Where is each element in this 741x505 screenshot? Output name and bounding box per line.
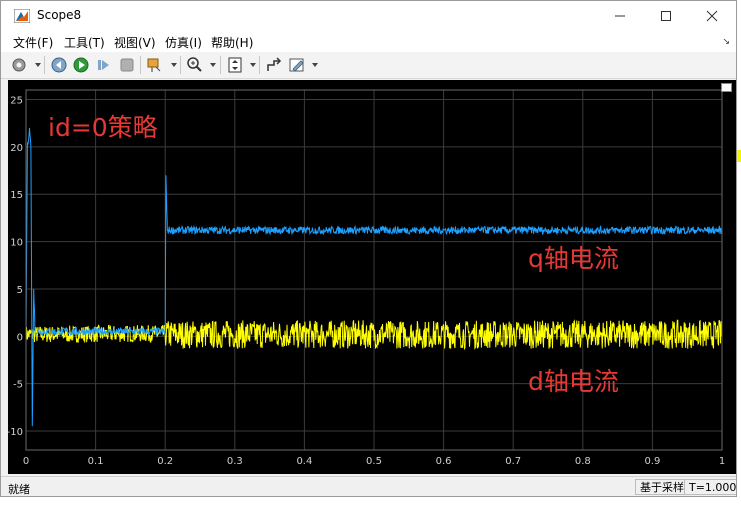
settings-dropdown-icon[interactable] <box>35 63 41 67</box>
y-tick-label: 15 <box>10 190 23 201</box>
toolbar-separator <box>220 56 221 74</box>
pin-icon[interactable]: ↘ <box>722 37 730 47</box>
step-forward-icon[interactable] <box>95 56 113 74</box>
background-window-sliver <box>737 150 741 162</box>
menu-simulation[interactable]: 仿真(I) <box>165 34 202 51</box>
x-tick-label: 0.7 <box>505 456 521 467</box>
menu-file[interactable]: 文件(F) <box>13 34 53 51</box>
edit-icon[interactable] <box>288 56 306 74</box>
x-tick-label: 0.2 <box>157 456 173 467</box>
menu-view[interactable]: 视图(V) <box>114 34 156 51</box>
y-tick-label: 10 <box>10 238 23 249</box>
toolbar <box>1 52 736 79</box>
scope-chart[interactable]: 0 0.1 0.2 0.3 0.4 0.5 0.6 0.7 0.8 0.9 1 25 20 15 10 5 0 -… <box>7 80 737 474</box>
x-tick-label: 0.5 <box>366 456 382 467</box>
x-tick-label: 0.1 <box>88 456 104 467</box>
y-tick-label: 20 <box>10 143 23 154</box>
stop-icon[interactable] <box>118 56 136 74</box>
y-tick-label: 25 <box>10 95 23 106</box>
close-button[interactable] <box>689 1 735 31</box>
maximize-button[interactable] <box>643 1 689 31</box>
window-title: Scope8 <box>37 8 82 22</box>
run-icon[interactable] <box>72 56 90 74</box>
minimize-icon <box>615 15 625 17</box>
x-tick-label: 0.9 <box>644 456 660 467</box>
zoom-dropdown-icon[interactable] <box>210 63 216 67</box>
minimize-button[interactable] <box>597 1 643 31</box>
x-tick-label: 0.8 <box>575 456 591 467</box>
menu-help[interactable]: 帮助(H) <box>211 34 253 51</box>
settings-icon[interactable] <box>10 56 28 74</box>
toolbar-separator <box>259 56 260 74</box>
x-tick-label: 1 <box>719 456 725 467</box>
y-tick-label: -5 <box>13 380 23 391</box>
fit-dropdown-icon[interactable] <box>250 63 256 67</box>
sample-mode-indicator: 基于采样 <box>635 479 689 495</box>
scope-window: Scope8 文件(F) 工具(T) 视图(V) 仿真(I) 帮助(H) ↘ 0… <box>0 0 737 497</box>
toolbar-separator <box>44 56 45 74</box>
d-current-annotation: d轴电流 <box>528 367 619 396</box>
y-tick-label: 0 <box>17 332 23 343</box>
highlight-icon[interactable] <box>146 56 164 74</box>
scope-plot-area[interactable]: 0 0.1 0.2 0.3 0.4 0.5 0.6 0.7 0.8 0.9 1 25 20 15 10 5 0 -… <box>7 80 737 474</box>
highlight-dropdown-icon[interactable] <box>171 63 177 67</box>
edit-dropdown-icon[interactable] <box>312 63 318 67</box>
status-text: 就绪 <box>8 483 30 496</box>
x-tick-label: 0 <box>23 456 29 467</box>
y-tick-label: -10 <box>8 427 23 438</box>
q-current-annotation: q轴电流 <box>528 244 619 273</box>
toolbar-separator <box>140 56 141 74</box>
step-back-icon[interactable] <box>50 56 68 74</box>
expand-axes-icon[interactable] <box>721 83 732 92</box>
close-icon <box>706 10 718 22</box>
menu-tools[interactable]: 工具(T) <box>64 34 105 51</box>
y-tick-label: 5 <box>17 285 23 296</box>
menu-bar: 文件(F) 工具(T) 视图(V) 仿真(I) 帮助(H) ↘ <box>1 31 736 52</box>
x-tick-label: 0.3 <box>227 456 243 467</box>
status-bar: 就绪 基于采样 T=1.000 <box>1 476 736 496</box>
time-indicator: T=1.000 <box>684 479 736 495</box>
strategy-annotation: id=0策略 <box>48 113 158 142</box>
x-tick-label: 0.4 <box>296 456 312 467</box>
zoom-icon[interactable] <box>186 56 204 74</box>
restore-icon[interactable] <box>265 56 283 74</box>
toolbar-separator <box>180 56 181 74</box>
x-tick-label: 0.6 <box>436 456 452 467</box>
maximize-icon <box>661 11 671 21</box>
fit-icon[interactable] <box>226 56 244 74</box>
matlab-icon <box>14 9 30 23</box>
title-bar[interactable]: Scope8 <box>1 1 736 31</box>
